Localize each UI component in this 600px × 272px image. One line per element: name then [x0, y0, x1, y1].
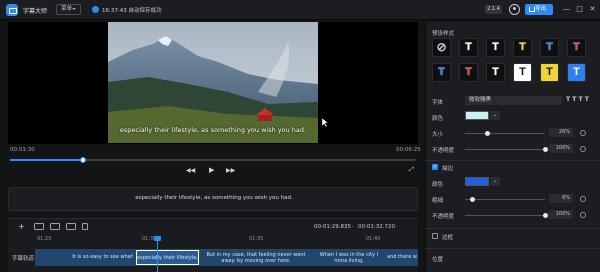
- stroke-opacity-value[interactable]: 100%: [549, 210, 573, 219]
- menu-button[interactable]: 菜单: [56, 4, 81, 15]
- maximize-button[interactable]: □: [575, 5, 584, 14]
- split-tool-icon[interactable]: [34, 223, 44, 230]
- position-label: 位置: [432, 257, 444, 263]
- section-divider: [425, 228, 600, 229]
- style-preset[interactable]: T: [459, 38, 478, 57]
- total-time: 00:06:25: [396, 147, 421, 153]
- stroke-width-label: 粗细: [432, 198, 444, 204]
- style-preset[interactable]: T: [513, 38, 532, 57]
- track-label: 字幕轨道: [12, 256, 35, 262]
- strike-button[interactable]: T: [585, 96, 591, 103]
- style-preset[interactable]: T: [486, 63, 505, 82]
- fullscreen-icon[interactable]: ⤢: [409, 166, 414, 174]
- cloud-save-icon: [92, 6, 99, 13]
- merge-tool-icon[interactable]: [50, 223, 60, 230]
- style-preset[interactable]: T: [459, 63, 478, 82]
- stroke-label: 描边: [442, 166, 454, 172]
- stroke-opacity-handle[interactable]: [543, 213, 548, 218]
- close-button[interactable]: ✕: [588, 5, 597, 14]
- mouse-cursor-icon: [322, 118, 328, 127]
- opacity-spinner-icon[interactable]: [580, 146, 586, 152]
- timeline-playhead[interactable]: [154, 236, 161, 272]
- section-divider: [425, 248, 600, 249]
- next-frame-icon[interactable]: ▶▶: [226, 167, 235, 174]
- app-logo-icon: [6, 4, 18, 16]
- stroke-checkbox[interactable]: ✓: [432, 164, 438, 170]
- progress-fill: [10, 159, 84, 161]
- style-preset[interactable]: T: [486, 38, 505, 57]
- delete-tool-icon[interactable]: [82, 223, 88, 230]
- style-preset[interactable]: T: [432, 63, 451, 82]
- range-separator: -: [352, 224, 354, 230]
- video-frame: especially their lifestyle, as something…: [108, 22, 318, 143]
- minimize-button[interactable]: —: [562, 5, 571, 14]
- subtitle-segment[interactable]: and there w: [386, 250, 418, 265]
- style-preset[interactable]: T: [567, 38, 586, 57]
- chevron-down-icon[interactable]: ⌄: [490, 111, 500, 120]
- text-style-buttons[interactable]: TTTT: [566, 96, 591, 103]
- text-color-swatch[interactable]: [465, 111, 489, 120]
- stroke-width-handle[interactable]: [469, 197, 475, 202]
- opacity-value[interactable]: 100%: [549, 144, 573, 153]
- timeline-ruler[interactable]: 01:25 01:30 01:35 01:40: [35, 236, 418, 248]
- stroke-opacity-spinner-icon[interactable]: [580, 212, 586, 218]
- subtitle-segment[interactable]: When I was in the city I roma living,: [313, 250, 385, 265]
- opacity-slider-handle[interactable]: [543, 147, 548, 152]
- ruler-tick: 01:25: [37, 236, 52, 242]
- subtitle-segment[interactable]: It is so easy to see what: [70, 250, 135, 265]
- ruler-tick: 01:35: [249, 236, 264, 242]
- add-subtitle-button[interactable]: +: [18, 222, 25, 231]
- stroke-opacity-slider[interactable]: [465, 215, 545, 216]
- stroke-width-spinner-icon[interactable]: [580, 196, 586, 202]
- opacity-label: 不透明度: [432, 148, 455, 154]
- subtitle-segment[interactable]: But in my case, that feeling never went …: [200, 250, 312, 265]
- size-spinner-icon[interactable]: [580, 130, 586, 136]
- border-checkbox[interactable]: [432, 233, 438, 239]
- color-label: 颜色: [432, 116, 444, 122]
- section-divider: [425, 160, 600, 161]
- mountain-scene-image: [108, 22, 318, 143]
- style-preset[interactable]: T: [567, 63, 586, 82]
- size-label: 大小: [432, 132, 444, 138]
- subtitle-text-editor[interactable]: especially their lifestyle, as something…: [8, 187, 418, 211]
- prev-frame-icon[interactable]: ◀◀: [186, 167, 195, 174]
- save-status: 16:37:43 自动保存成功: [102, 8, 162, 14]
- video-progress-bar[interactable]: [10, 159, 416, 161]
- export-button[interactable]: 导出: [525, 4, 553, 15]
- style-preset[interactable]: T: [540, 63, 559, 82]
- segment-end-time[interactable]: 00:01:32.720: [358, 224, 395, 230]
- style-preset[interactable]: T: [513, 63, 532, 82]
- font-select[interactable]: 微软雅黑: [465, 96, 562, 105]
- ruler-tick: 01:40: [366, 236, 381, 242]
- play-icon[interactable]: ▶: [209, 166, 214, 174]
- opacity-slider[interactable]: [465, 149, 545, 150]
- stroke-color-swatch[interactable]: [465, 177, 489, 186]
- size-slider[interactable]: [465, 133, 545, 134]
- video-subtitle: especially their lifestyle, as something…: [119, 126, 307, 134]
- version-badge: 2.1.4: [485, 5, 502, 14]
- stroke-width-value[interactable]: 6%: [549, 194, 573, 203]
- segment-start-time[interactable]: 00:01:29.835: [314, 224, 351, 230]
- insert-tool-icon[interactable]: [66, 223, 76, 230]
- size-value[interactable]: 26%: [549, 128, 573, 137]
- font-label: 字体: [432, 100, 444, 106]
- app-name: 字幕大师: [23, 8, 48, 15]
- stroke-opacity-label: 不透明度: [432, 214, 455, 220]
- no-style-preset-icon[interactable]: ⊘: [432, 38, 451, 57]
- style-preset[interactable]: T: [540, 38, 559, 57]
- progress-handle[interactable]: [80, 157, 87, 163]
- chevron-down-icon[interactable]: ⌄: [490, 177, 500, 186]
- border-label: 边框: [442, 235, 454, 241]
- stroke-width-slider[interactable]: [465, 199, 545, 200]
- preset-title: 预设样式: [432, 31, 455, 37]
- user-avatar-icon[interactable]: [509, 4, 520, 15]
- current-time: 00:01:30: [10, 147, 35, 153]
- subtitle-segment-selected[interactable]: especially their lifestyle,: [136, 250, 199, 265]
- stroke-color-label: 颜色: [432, 182, 444, 188]
- subtitle-editor-text[interactable]: especially their lifestyle, as something…: [9, 195, 419, 201]
